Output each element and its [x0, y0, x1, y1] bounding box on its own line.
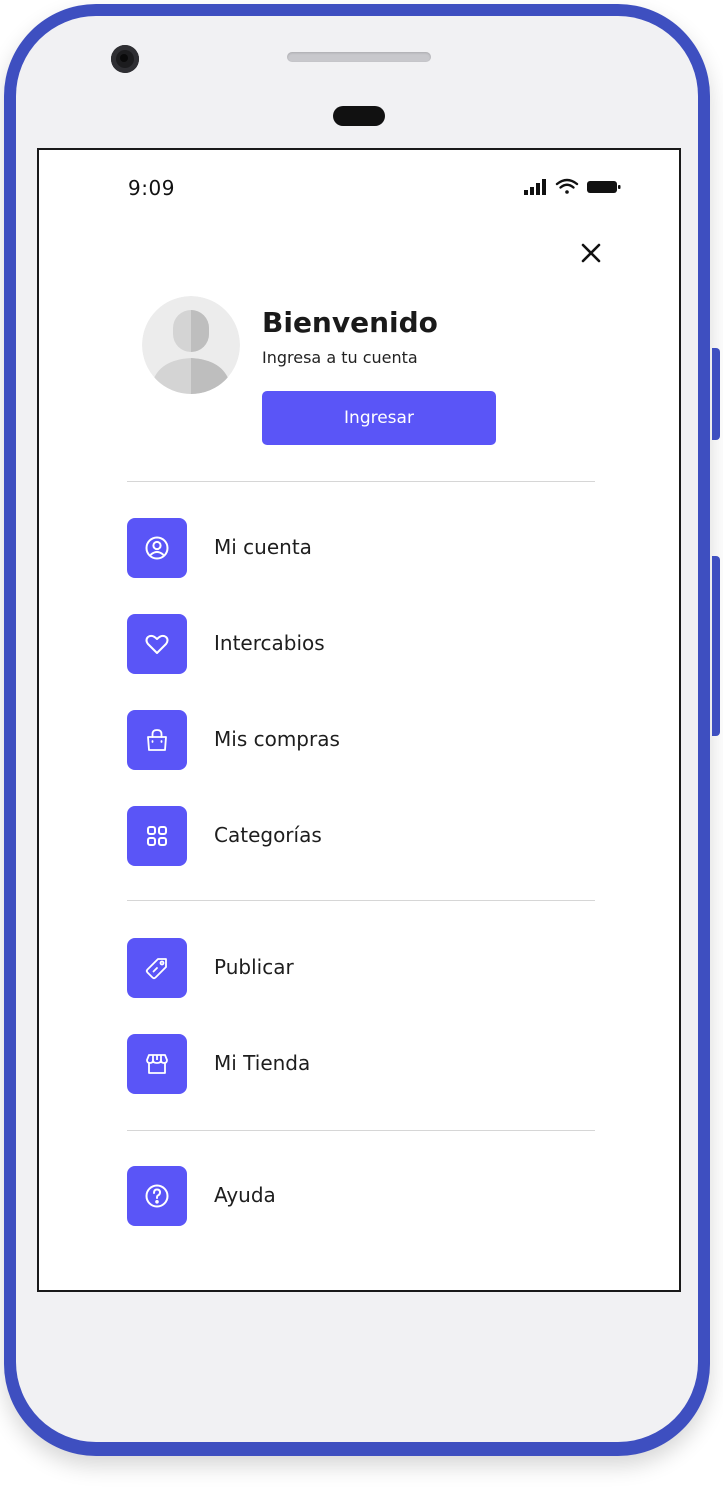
- menu-item-ayuda[interactable]: Ayuda: [127, 1166, 595, 1228]
- speaker-grill: [287, 52, 431, 62]
- menu-item-label: Mi Tienda: [214, 1051, 311, 1075]
- default-user-avatar-icon: [142, 296, 240, 394]
- menu-item-mi-cuenta[interactable]: Mi cuenta: [127, 518, 595, 580]
- menu-item-label: Publicar: [214, 955, 294, 979]
- user-circle-icon: [127, 518, 187, 578]
- battery-icon: [587, 181, 621, 193]
- status-time: 9:09: [128, 176, 175, 200]
- menu-item-label: Ayuda: [214, 1183, 276, 1207]
- wifi-icon: [555, 178, 579, 194]
- divider: [127, 1130, 595, 1131]
- menu-item-label: Categorías: [214, 823, 322, 847]
- welcome-subtitle: Ingresa a tu cuenta: [262, 348, 418, 367]
- help-icon: [127, 1166, 187, 1226]
- shopping-bag-icon: [127, 710, 187, 770]
- avatar: [142, 296, 240, 394]
- menu-item-label: Mi cuenta: [214, 535, 312, 559]
- power-button: [712, 556, 720, 736]
- menu-item-label: Mis compras: [214, 727, 340, 751]
- volume-button: [712, 348, 720, 440]
- grid-icon: [127, 806, 187, 866]
- login-button[interactable]: Ingresar: [262, 391, 496, 445]
- divider: [127, 900, 595, 901]
- store-icon: [127, 1034, 187, 1094]
- close-button[interactable]: [576, 238, 606, 268]
- menu-item-publicar[interactable]: Publicar: [127, 938, 595, 1000]
- close-icon: [581, 243, 601, 263]
- menu-item-label: Intercabios: [214, 631, 325, 655]
- price-tag-icon: [127, 938, 187, 998]
- divider: [127, 481, 595, 482]
- menu-item-mi-tienda[interactable]: Mi Tienda: [127, 1034, 595, 1096]
- heart-icon: [127, 614, 187, 674]
- menu-item-mis-compras[interactable]: Mis compras: [127, 710, 595, 772]
- welcome-title: Bienvenido: [262, 306, 438, 339]
- cellular-signal-icon: [524, 179, 546, 195]
- menu-item-intercabios[interactable]: Intercabios: [127, 614, 595, 676]
- menu-item-categorias[interactable]: Categorías: [127, 806, 595, 868]
- earpiece: [333, 106, 385, 126]
- status-icons: [524, 178, 621, 195]
- app-screen: 9:09 Bienvenido Ingresa a tu cuenta Ingr…: [37, 148, 681, 1292]
- front-camera: [111, 45, 139, 73]
